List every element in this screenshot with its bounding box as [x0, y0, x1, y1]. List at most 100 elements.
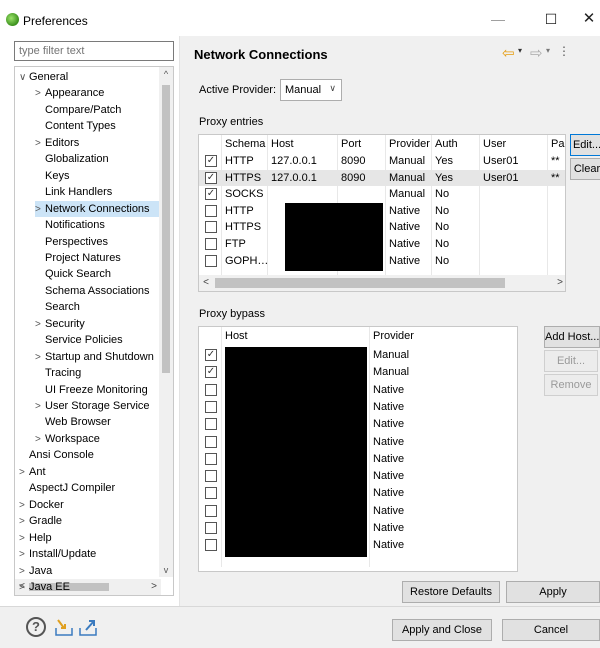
- expand-chevron-icon[interactable]: >: [19, 547, 29, 563]
- expand-chevron-icon[interactable]: >: [19, 465, 29, 481]
- clear-entry-button[interactable]: Clear: [570, 158, 600, 180]
- column-header[interactable]: Provider: [373, 327, 414, 345]
- row-checkbox[interactable]: ✓: [205, 188, 217, 201]
- tree-item[interactable]: > Help: [19, 530, 159, 546]
- tree-item[interactable]: Web Browser: [35, 414, 159, 430]
- row-checkbox[interactable]: ✓: [205, 349, 217, 361]
- forward-dropdown-icon[interactable]: ▾: [546, 46, 550, 55]
- tree-item[interactable]: > Appearance: [35, 85, 159, 101]
- expand-chevron-icon[interactable]: >: [35, 317, 45, 333]
- tree-item[interactable]: Schema Associations: [35, 283, 159, 299]
- expand-chevron-icon[interactable]: >: [35, 86, 45, 102]
- tree-item[interactable]: > Network Connections: [35, 200, 159, 218]
- tree-item[interactable]: Perspectives: [35, 234, 159, 250]
- tree-item[interactable]: > Java: [19, 563, 159, 579]
- row-checkbox[interactable]: [205, 254, 217, 267]
- column-header[interactable]: User: [483, 135, 506, 153]
- row-checkbox[interactable]: [205, 522, 217, 534]
- tree-item[interactable]: Search: [35, 299, 159, 315]
- column-header[interactable]: Host: [225, 327, 248, 345]
- active-provider-select[interactable]: Manual ∨: [280, 79, 342, 101]
- back-dropdown-icon[interactable]: ▾: [518, 46, 522, 55]
- remove-host-button[interactable]: Remove: [544, 374, 598, 396]
- table-row[interactable]: ✓ SOCKS Manual No: [199, 186, 565, 202]
- expand-chevron-icon[interactable]: >: [19, 498, 29, 514]
- tree-item[interactable]: > Install/Update: [19, 546, 159, 562]
- cancel-button[interactable]: Cancel: [502, 619, 600, 641]
- row-checkbox[interactable]: [205, 383, 217, 396]
- close-button[interactable]: ✕: [575, 8, 600, 30]
- row-checkbox[interactable]: [205, 221, 217, 234]
- column-header[interactable]: Port: [341, 135, 361, 153]
- scroll-down-icon[interactable]: v: [159, 563, 173, 577]
- expanded-chevron-icon[interactable]: ∨: [19, 70, 29, 86]
- tree-item[interactable]: > Ant: [19, 464, 159, 480]
- row-checkbox[interactable]: [205, 539, 217, 552]
- tree-item[interactable]: Globalization: [35, 151, 159, 167]
- expand-chevron-icon[interactable]: >: [19, 564, 29, 580]
- maximize-button[interactable]: ☐: [537, 8, 565, 30]
- help-icon[interactable]: ?: [26, 617, 46, 637]
- tree-item[interactable]: Project Natures: [35, 250, 159, 266]
- export-icon[interactable]: [78, 617, 98, 637]
- expand-chevron-icon[interactable]: >: [19, 514, 29, 530]
- expand-chevron-icon[interactable]: >: [35, 350, 45, 366]
- tree-item[interactable]: > Docker: [19, 497, 159, 513]
- tree-item[interactable]: Ansi Console: [19, 447, 159, 463]
- scroll-right-icon[interactable]: >: [553, 275, 565, 291]
- import-icon[interactable]: [54, 617, 74, 637]
- filter-input[interactable]: [14, 41, 174, 61]
- apply-button[interactable]: Apply: [506, 581, 600, 603]
- tree-item[interactable]: Notifications: [35, 217, 159, 233]
- scroll-up-icon[interactable]: ^: [159, 67, 173, 81]
- column-header[interactable]: Host: [271, 135, 294, 153]
- edit-entry-button[interactable]: Edit...: [570, 134, 600, 156]
- expand-chevron-icon[interactable]: >: [35, 136, 45, 152]
- row-checkbox[interactable]: [205, 435, 217, 448]
- table-row[interactable]: ✓ HTTP 127.0.0.1 8090 Manual Yes User01 **: [199, 153, 565, 169]
- row-checkbox[interactable]: [205, 418, 217, 431]
- tree-item[interactable]: > Startup and Shutdown: [35, 349, 159, 365]
- entries-horizontal-scrollbar[interactable]: < >: [199, 275, 565, 291]
- scroll-thumb[interactable]: [215, 278, 505, 288]
- expand-chevron-icon[interactable]: >: [35, 399, 45, 415]
- minimize-button[interactable]: —: [484, 8, 512, 30]
- expand-chevron-icon[interactable]: >: [35, 432, 45, 448]
- table-row[interactable]: ✓ HTTPS 127.0.0.1 8090 Manual Yes User01 **: [199, 169, 565, 186]
- restore-defaults-button[interactable]: Restore Defaults: [402, 581, 500, 603]
- row-checkbox[interactable]: ✓: [205, 171, 217, 184]
- expand-chevron-icon[interactable]: >: [35, 202, 45, 218]
- edit-host-button[interactable]: Edit...: [544, 350, 598, 372]
- scroll-left-icon[interactable]: <: [199, 275, 213, 291]
- row-checkbox[interactable]: ✓: [205, 155, 217, 167]
- back-arrow-icon[interactable]: ⇦: [502, 44, 515, 62]
- tree-item[interactable]: AspectJ Compiler: [19, 480, 159, 496]
- tree-item[interactable]: UI Freeze Monitoring: [35, 382, 159, 398]
- tree-vertical-scrollbar[interactable]: ^ v: [159, 67, 173, 577]
- row-checkbox[interactable]: [205, 238, 217, 250]
- tree-item[interactable]: ∨ General: [19, 69, 159, 85]
- tree-item[interactable]: > Security: [35, 316, 159, 332]
- tree-item[interactable]: Quick Search: [35, 266, 159, 282]
- tree-item[interactable]: > Editors: [35, 135, 159, 151]
- column-header[interactable]: Auth: [435, 135, 458, 153]
- apply-and-close-button[interactable]: Apply and Close: [392, 619, 492, 641]
- scroll-thumb[interactable]: [162, 85, 170, 373]
- tree-item[interactable]: > Java EE: [19, 579, 159, 595]
- row-checkbox[interactable]: [205, 400, 217, 413]
- tree-item[interactable]: Keys: [35, 168, 159, 184]
- forward-arrow-icon[interactable]: ⇨: [530, 44, 543, 62]
- row-checkbox[interactable]: [205, 504, 217, 517]
- column-header[interactable]: Pa: [551, 135, 564, 153]
- tree-item[interactable]: Content Types: [35, 118, 159, 134]
- row-checkbox[interactable]: [205, 487, 217, 500]
- expand-chevron-icon[interactable]: >: [19, 580, 29, 595]
- tree-item[interactable]: > User Storage Service: [35, 398, 159, 414]
- add-host-button[interactable]: Add Host...: [544, 326, 600, 348]
- column-header[interactable]: Provider: [389, 135, 430, 153]
- row-checkbox[interactable]: [205, 452, 217, 465]
- tree-item[interactable]: Service Policies: [35, 332, 159, 348]
- view-menu-icon[interactable]: ⋮: [558, 44, 570, 58]
- row-checkbox[interactable]: ✓: [205, 366, 217, 379]
- row-checkbox[interactable]: [205, 470, 217, 483]
